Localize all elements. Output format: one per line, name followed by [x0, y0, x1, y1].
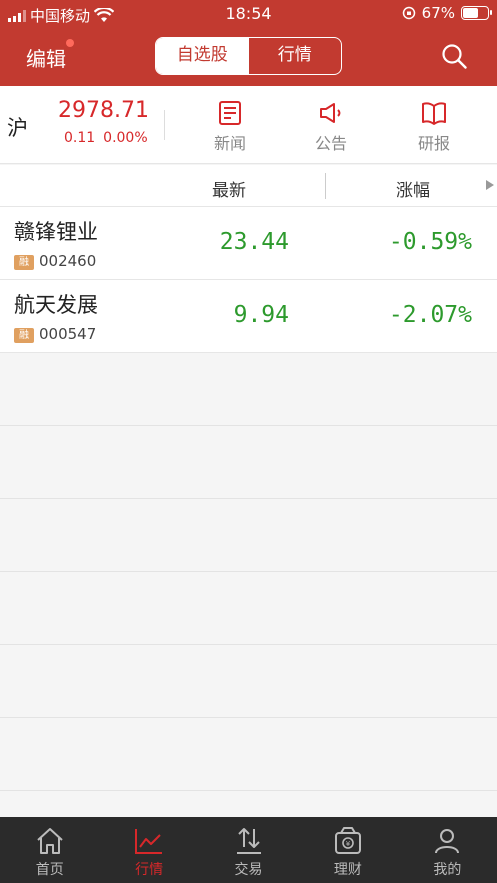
profile-icon: [435, 829, 460, 854]
tab-trade[interactable]: 交易: [199, 817, 298, 883]
index-change: 0.11 0.00%: [64, 130, 148, 146]
empty-row: [0, 572, 497, 645]
stock-price: 23.44: [219, 229, 289, 255]
empty-row: [0, 426, 497, 499]
margin-tag: 融: [14, 328, 34, 343]
announcement-icon: [320, 103, 341, 123]
stock-name: 航天发展: [14, 293, 98, 317]
index-change-percent: 0.00%: [103, 130, 148, 146]
battery-icon: [461, 6, 492, 20]
quick-link-news[interactable]: 新闻: [200, 100, 260, 154]
index-change-points: 0.11: [64, 130, 96, 146]
quick-link-research-report[interactable]: 研报: [404, 100, 464, 154]
news-icon: [219, 101, 241, 125]
tab-wealth[interactable]: ¥ 理财: [298, 817, 397, 883]
tab-label: 行情: [135, 862, 164, 878]
quick-link-label: 新闻: [213, 134, 246, 153]
table-row[interactable]: 航天发展 融 000547 9.94 -2.07%: [0, 280, 497, 353]
empty-row: [0, 645, 497, 718]
empty-row: [0, 353, 497, 426]
quick-link-announcement[interactable]: 公告: [301, 100, 361, 154]
tab-label: 我的: [433, 862, 462, 878]
svg-text:¥: ¥: [346, 840, 351, 848]
stock-price: 9.94: [233, 302, 289, 328]
quick-link-label: 研报: [417, 134, 450, 153]
tab-label: 首页: [35, 862, 64, 878]
stock-change-percent: -2.07%: [388, 302, 472, 328]
tab-label: 交易: [234, 862, 263, 878]
empty-row: [0, 499, 497, 572]
divider: [164, 110, 165, 140]
quick-link-label: 公告: [314, 134, 347, 153]
home-icon: [37, 828, 63, 854]
index-value[interactable]: 2978.71: [58, 98, 149, 123]
index-name[interactable]: 沪: [7, 112, 28, 142]
tab-market[interactable]: 行情: [249, 38, 342, 74]
stock-code: 000547: [39, 325, 97, 343]
column-header-row: 最新 涨幅: [0, 165, 497, 207]
tab-home[interactable]: 首页: [0, 817, 99, 883]
status-bar: 中国移动 18:54 67%: [0, 0, 497, 28]
stock-code: 002460: [39, 252, 97, 270]
table-row[interactable]: 赣锋锂业 融 002460 23.44 -0.59%: [0, 207, 497, 280]
trade-icon: [236, 828, 261, 854]
stock-name: 赣锋锂业: [14, 220, 98, 244]
column-change-percent[interactable]: 涨幅: [396, 176, 430, 201]
edit-button[interactable]: 编辑: [26, 39, 74, 72]
column-latest-price[interactable]: 最新: [212, 176, 246, 201]
search-icon[interactable]: [441, 43, 467, 69]
tab-profile[interactable]: 我的: [398, 817, 497, 883]
column-divider: [325, 173, 326, 199]
empty-row: [0, 718, 497, 791]
wealth-icon: ¥: [334, 827, 361, 854]
margin-tag: 融: [14, 255, 34, 270]
top-nav-bar: 编辑 自选股 行情: [0, 28, 497, 86]
stock-change-percent: -0.59%: [388, 229, 472, 255]
scroll-right-arrow-icon[interactable]: [486, 180, 494, 190]
bottom-tab-bar: 首页 行情 交易 ¥ 理财 我的: [0, 817, 497, 883]
market-chart-icon: [135, 829, 163, 854]
index-summary-bar: 沪 2978.71 0.11 0.00% 新闻 公告 研报: [0, 86, 497, 164]
tab-market-quotes[interactable]: 行情: [99, 817, 198, 883]
status-right: 67%: [402, 4, 492, 22]
tab-label: 理财: [333, 862, 362, 878]
segmented-control: 自选股 行情: [155, 37, 342, 75]
battery-percent: 67%: [421, 4, 455, 22]
notification-dot: [66, 39, 74, 47]
orientation-lock-icon: [402, 6, 415, 20]
research-report-icon: [422, 102, 446, 125]
edit-label: 编辑: [26, 47, 66, 71]
tab-watchlist[interactable]: 自选股: [156, 38, 249, 74]
